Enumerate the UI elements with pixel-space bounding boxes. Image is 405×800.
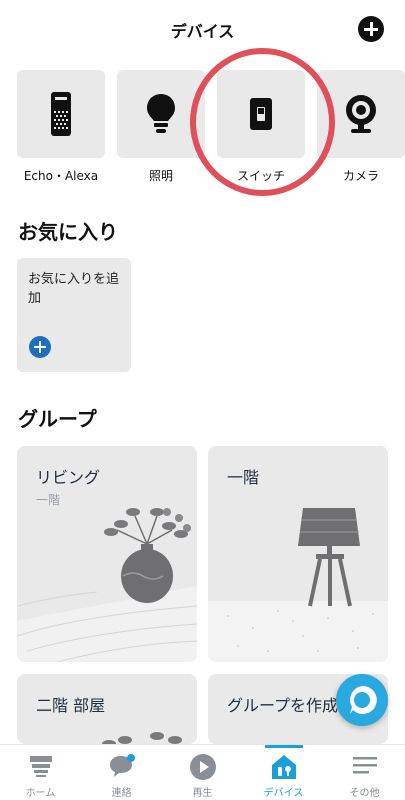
home-icon	[29, 756, 52, 777]
group-card-first-floor[interactable]: 一階	[208, 446, 388, 662]
tab-devices[interactable]: デバイス	[243, 745, 324, 800]
tab-play[interactable]: 再生	[162, 745, 243, 800]
category-switch[interactable]: スイッチ	[217, 70, 305, 184]
add-favorite-label: お気に入りを追加	[28, 272, 120, 306]
category-camera[interactable]: カメラ	[317, 70, 405, 184]
category-tile[interactable]	[317, 70, 405, 158]
category-label: 照明	[148, 169, 173, 183]
group-name: 二階 部屋	[36, 696, 106, 715]
tab-home[interactable]: ホーム	[0, 745, 81, 800]
create-group-label: グループを作成	[227, 696, 339, 715]
add-device-button[interactable]	[358, 16, 384, 42]
add-favorite-card[interactable]: お気に入りを追加	[17, 258, 131, 372]
tab-label: 連絡	[111, 788, 132, 799]
tab-label: 再生	[192, 788, 213, 799]
group-card-second-floor-room[interactable]: 二階 部屋	[17, 674, 197, 744]
category-tile[interactable]	[17, 70, 105, 158]
favorites-heading: お気に入り	[18, 220, 118, 244]
menu-icon	[352, 757, 377, 774]
category-lighting[interactable]: 照明	[117, 70, 205, 184]
alexa-icon	[350, 685, 377, 714]
groups-heading: グループ	[18, 407, 97, 431]
page-title: デバイス	[170, 22, 235, 41]
echo-speaker-icon	[51, 92, 71, 136]
tab-label: ホーム	[25, 788, 56, 799]
tab-communicate[interactable]: 連絡	[81, 745, 162, 800]
app-header: デバイス	[0, 0, 405, 58]
chat-icon	[109, 754, 135, 777]
group-name: 一階	[227, 468, 260, 487]
group-name: リビング	[36, 468, 101, 487]
light-switch-icon	[250, 98, 272, 130]
tab-more[interactable]: その他	[324, 745, 405, 800]
group-floor: 一階	[36, 493, 61, 507]
bottom-tab-bar: ホーム 連絡 再生 デバイス その他	[0, 744, 405, 800]
tab-label: デバイス	[263, 788, 304, 799]
play-icon	[189, 754, 216, 780]
light-bulb-icon	[147, 94, 175, 133]
category-label: スイッチ	[236, 169, 285, 183]
category-echo-alexa[interactable]: Echo・Alexa	[17, 70, 105, 184]
devices-icon	[271, 755, 296, 779]
camera-icon	[346, 95, 376, 133]
group-card-living[interactable]: リビング 一階	[17, 446, 197, 662]
category-tile[interactable]	[117, 70, 205, 158]
category-label: カメラ	[342, 169, 379, 183]
alexa-button[interactable]	[336, 674, 388, 726]
tab-label: その他	[349, 788, 380, 799]
plus-icon	[29, 336, 51, 358]
category-label: Echo・Alexa	[23, 169, 99, 183]
category-tile[interactable]	[217, 70, 305, 158]
